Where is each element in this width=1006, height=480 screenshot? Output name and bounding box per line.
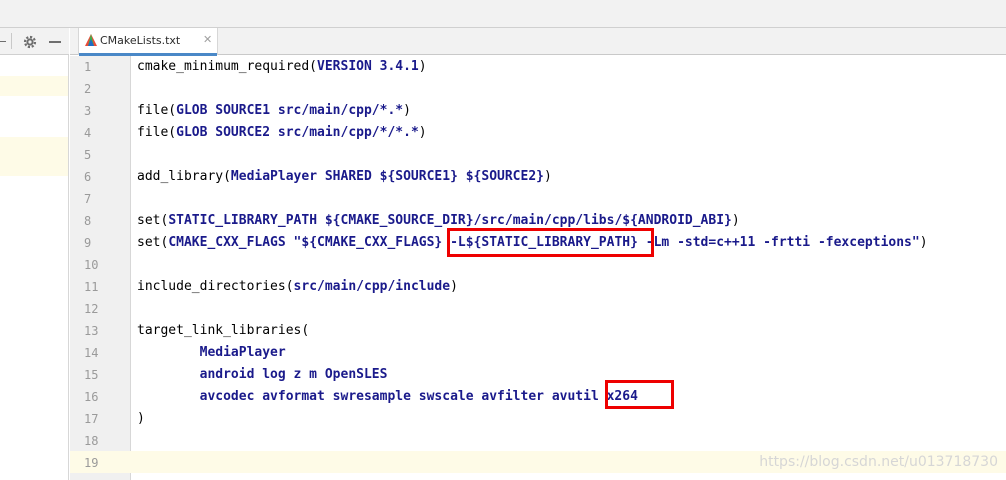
gear-icon[interactable]: [22, 34, 38, 50]
window-top-strip: [0, 0, 1006, 28]
line-number: 16: [84, 390, 99, 404]
annotation-box-x264: [605, 380, 674, 409]
line-number: 4: [84, 126, 92, 140]
code-token: /src/main/cpp/libs/: [473, 213, 623, 228]
code-token: CMAKE_CXX_FLAGS: [168, 235, 294, 250]
collapse-icon[interactable]: [0, 41, 6, 42]
code-line[interactable]: file(GLOB SOURCE2 src/main/cpp/*/*.*): [137, 122, 427, 144]
line-number: 18: [84, 434, 99, 448]
project-panel-toolbar: [0, 28, 69, 55]
cmake-file-icon: [85, 34, 97, 46]
line-number: 10: [84, 258, 99, 272]
code-line[interactable]: avcodec avformat swresample swscale avfi…: [137, 386, 638, 408]
code-token: GLOB SOURCE1 src/main/cpp/*.*: [176, 103, 404, 118]
code-line[interactable]: target_link_libraries(: [137, 320, 309, 342]
tab-cmakelists[interactable]: CMakeLists.txt ✕: [78, 28, 218, 56]
code-line[interactable]: add_library(MediaPlayer SHARED ${SOURCE1…: [137, 166, 552, 188]
line-number: 2: [84, 82, 92, 96]
line-number: 5: [84, 148, 92, 162]
close-icon[interactable]: ✕: [203, 33, 212, 46]
code-token: VERSION 3.4.1: [317, 59, 419, 74]
code-token: avcodec avformat swresample swscale avfi…: [137, 389, 607, 404]
code-token: -Lm -std=c++11 -frtti -fexceptions": [637, 235, 920, 250]
line-number: 1: [84, 60, 92, 74]
code-line[interactable]: MediaPlayer: [137, 342, 286, 364]
line-number: 6: [84, 170, 92, 184]
line-number: 8: [84, 214, 92, 228]
code-editor[interactable]: CMakeLists.txt ✕ 1 cmake_minimum_required…: [70, 28, 1006, 480]
watermark: https://blog.csdn.net/u013718730: [759, 454, 998, 470]
line-number: 9: [84, 236, 92, 250]
code-token: file(: [137, 125, 177, 140]
code-token: ): [450, 279, 458, 294]
line-number: 19: [84, 456, 99, 470]
code-token: ): [418, 125, 427, 140]
code-line[interactable]: ): [137, 408, 145, 430]
line-number: 3: [84, 104, 92, 118]
code-token: ): [418, 59, 427, 74]
code-token: ${ANDROID_ABI}: [622, 213, 732, 228]
code-token: GLOB SOURCE2 src/main/cpp/*/*.*: [176, 125, 419, 140]
toolbar-separator: [11, 33, 12, 49]
tree-highlight: [0, 137, 68, 176]
line-number: 11: [84, 280, 99, 294]
code-line[interactable]: cmake_minimum_required(VERSION 3.4.1): [137, 56, 427, 78]
code-token: file(: [137, 103, 177, 118]
code-token: add_library(: [137, 169, 231, 184]
tree-highlight: [0, 76, 68, 96]
line-number: 17: [84, 412, 99, 426]
code-token: "${CMAKE_CXX_FLAGS}: [293, 235, 451, 250]
project-panel: [0, 28, 69, 480]
code-token: ): [403, 103, 411, 118]
code-line[interactable]: include_directories(src/main/cpp/include…: [137, 276, 458, 298]
code-token: cmake_minimum_required(: [137, 59, 318, 74]
code-token: STATIC_LIBRARY_PATH ${CMAKE_SOURCE_DIR}: [168, 213, 474, 228]
line-number: 13: [84, 324, 99, 338]
code-token: target_link_libraries(: [137, 323, 310, 338]
tab-label: CMakeLists.txt: [100, 34, 181, 47]
code-token: MediaPlayer SHARED ${SOURCE1} ${SOURCE2}: [230, 169, 544, 184]
code-token: ): [731, 213, 740, 228]
editor-tab-bar: CMakeLists.txt ✕: [70, 28, 1006, 56]
minimize-icon[interactable]: [49, 41, 61, 43]
code-token: include_directories(: [137, 279, 294, 294]
line-number: 14: [84, 346, 99, 360]
code-line[interactable]: file(GLOB SOURCE1 src/main/cpp/*.*): [137, 100, 411, 122]
code-token: ): [919, 235, 928, 250]
code-token: set(: [137, 235, 169, 250]
line-number: 7: [84, 192, 92, 206]
code-token: src/main/cpp/include: [293, 279, 451, 294]
annotation-box-library-path: [447, 228, 654, 257]
code-token: ): [544, 169, 552, 184]
line-number: 15: [84, 368, 99, 382]
line-number: 12: [84, 302, 99, 316]
code-token: set(: [137, 213, 169, 228]
code-line[interactable]: android log z m OpenSLES: [137, 364, 388, 386]
